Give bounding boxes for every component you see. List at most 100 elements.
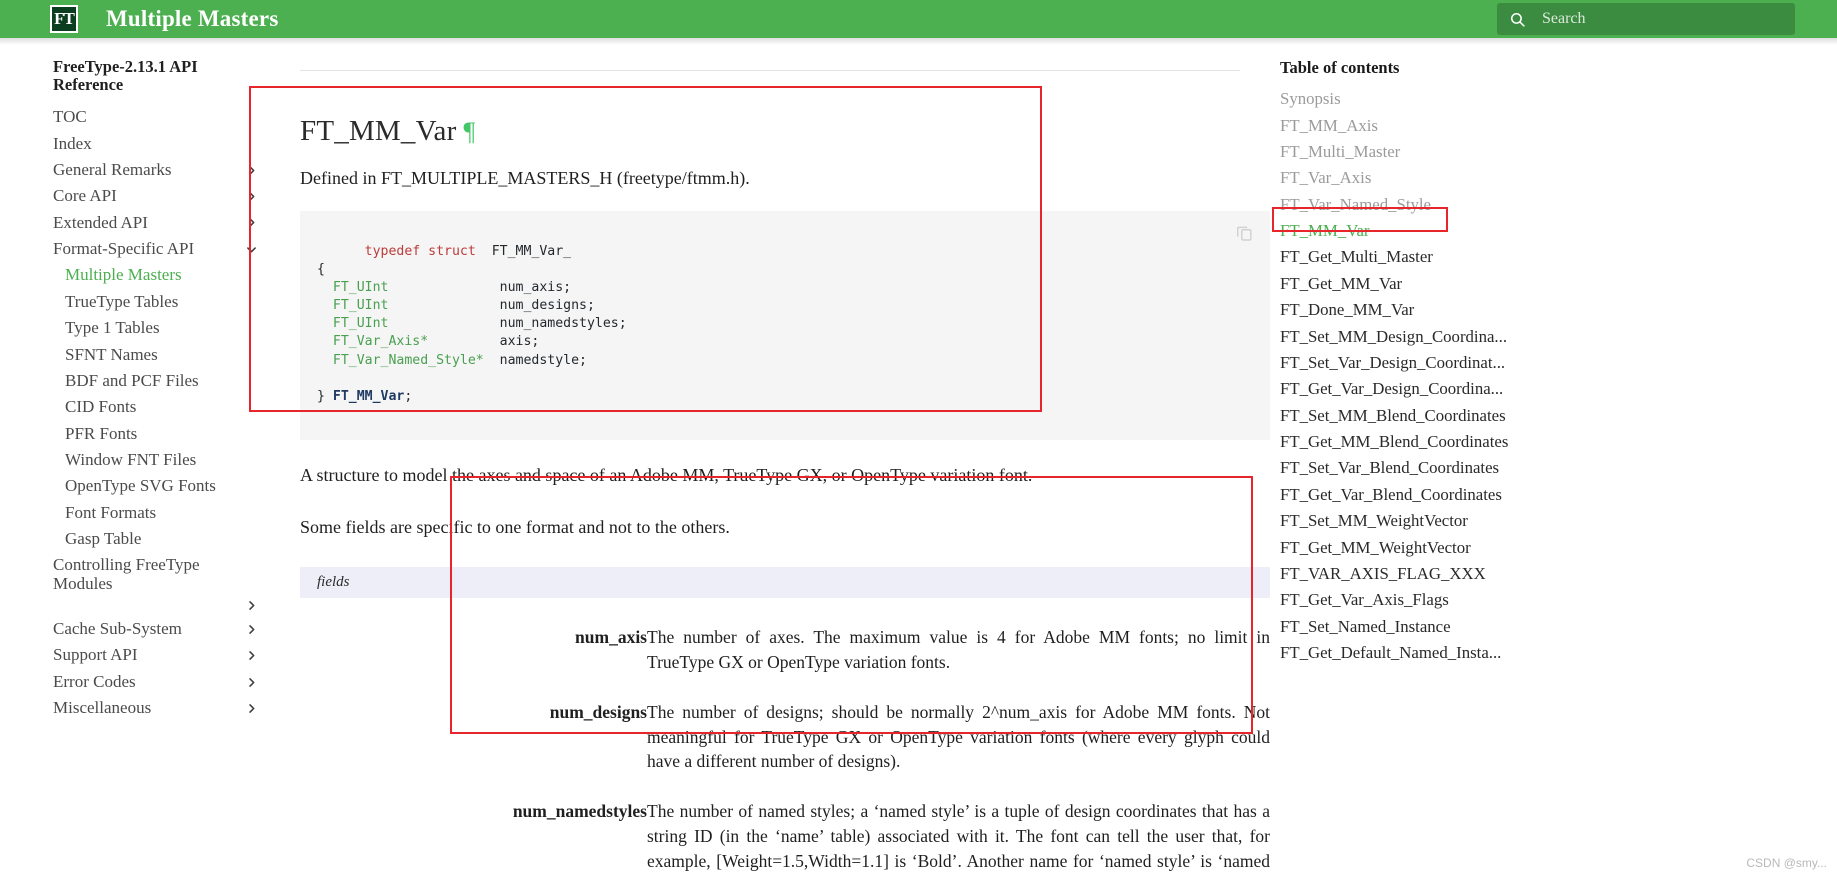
sidebar-item-type-1-tables[interactable]: Type 1 Tables — [53, 315, 270, 341]
chevron-right-icon — [249, 703, 255, 713]
toc-item-ft-get-default-named-insta[interactable]: FT_Get_Default_Named_Insta... — [1280, 640, 1837, 666]
sidebar-item-miscellaneous[interactable]: Miscellaneous — [53, 695, 258, 721]
header-shadow — [0, 38, 1837, 45]
chevron-right-icon — [249, 651, 255, 661]
sidebar-item-cache-sub-system[interactable]: Cache Sub-System — [53, 616, 258, 642]
sidebar-item-extended-api[interactable]: Extended API — [53, 210, 258, 236]
permalink-pilcrow-icon[interactable]: ¶ — [463, 117, 475, 146]
sidebar-item-font-formats[interactable]: Font Formats — [53, 500, 270, 526]
field-row: num_axis The number of axes. The maximum … — [300, 616, 1270, 691]
sidebar-item-support-api[interactable]: Support API — [53, 642, 258, 668]
page-title: Multiple Masters — [106, 6, 279, 31]
toc-item-ft-get-mm-weightvector[interactable]: FT_Get_MM_WeightVector — [1280, 534, 1837, 560]
sidebar-item-label: Controlling FreeType Modules — [53, 555, 200, 593]
chevron-right-icon — [249, 601, 255, 611]
sidebar-item-label: Cache Sub-System — [53, 619, 182, 639]
sidebar-item-label: Index — [53, 133, 92, 153]
fields-note: Some fields are specific to one format a… — [300, 516, 730, 537]
field-name: num_designs — [549, 701, 647, 722]
chevron-right-icon — [249, 165, 255, 175]
field-name: num_axis — [575, 627, 647, 648]
api-entry-name: FT_MM_Var — [300, 115, 457, 147]
site-header: FT Multiple Masters — [0, 0, 1837, 38]
sidebar-item-index[interactable]: Index — [53, 131, 258, 157]
chevron-right-icon — [249, 218, 255, 228]
sidebar-item-window-fnt-files[interactable]: Window FNT Files — [53, 447, 270, 473]
toc-item-ft-var-axis[interactable]: FT_Var_Axis — [1280, 165, 1837, 191]
toc-item-ft-set-var-blend-coordinates[interactable]: FT_Set_Var_Blend_Coordinates — [1280, 455, 1837, 481]
toc-item-ft-get-mm-var[interactable]: FT_Get_MM_Var — [1280, 271, 1837, 297]
toc-item-ft-var-named-style[interactable]: FT_Var_Named_Style — [1280, 192, 1837, 218]
toc-item-synopsis[interactable]: Synopsis — [1280, 86, 1837, 112]
sidebar-item-core-api[interactable]: Core API — [53, 183, 258, 209]
sidebar-item-general-remarks[interactable]: General Remarks — [53, 157, 258, 183]
structure-description: A structure to model the axes and space … — [300, 464, 1033, 485]
toc-item-ft-set-var-design-coordinat[interactable]: FT_Set_Var_Design_Coordinat... — [1280, 350, 1837, 376]
field-description: The number of named styles; a ‘named sty… — [647, 801, 1270, 876]
sidebar-item-opentype-svg-fonts[interactable]: OpenType SVG Fonts — [53, 473, 270, 499]
sidebar-item-label: CID Fonts — [65, 397, 137, 417]
sidebar-item-label: TOC — [53, 107, 87, 127]
toc-item-ft-set-mm-blend-coordinates[interactable]: FT_Set_MM_Blend_Coordinates — [1280, 403, 1837, 429]
left-sidebar: FreeType-2.13.1 API Reference TOC Index Ge… — [0, 45, 300, 876]
sidebar-item-label: Multiple Masters — [65, 265, 182, 285]
toc-item-ft-get-mm-blend-coordinates[interactable]: FT_Get_MM_Blend_Coordinates — [1280, 429, 1837, 455]
toc-item-ft-done-mm-var[interactable]: FT_Done_MM_Var — [1280, 297, 1837, 323]
toc-item-ft-set-mm-weightvector[interactable]: FT_Set_MM_WeightVector — [1280, 508, 1837, 534]
toc-item-ft-mm-var[interactable]: FT_MM_Var — [1280, 218, 1837, 244]
toc-item-ft-get-var-design-coordina[interactable]: FT_Get_Var_Design_Coordina... — [1280, 376, 1837, 402]
sidebar-item-label: Error Codes — [53, 671, 136, 691]
toc-item-ft-mm-axis[interactable]: FT_MM_Axis — [1280, 112, 1837, 138]
freetype-logo[interactable]: FT — [50, 5, 78, 33]
sidebar-item-label: OpenType SVG Fonts — [65, 476, 216, 496]
sidebar-item-controlling-freetype-modules[interactable]: Controlling FreeType Modules — [53, 552, 258, 616]
sidebar-item-gasp-table[interactable]: Gasp Table — [53, 526, 270, 552]
search-box[interactable] — [1497, 3, 1795, 35]
table-of-contents: Table of contents Synopsis FT_MM_Axis FT_M… — [1280, 45, 1837, 876]
copy-icon[interactable] — [1235, 223, 1254, 242]
toc-item-ft-multi-master[interactable]: FT_Multi_Master — [1280, 139, 1837, 165]
toc-heading: Table of contents — [1280, 58, 1400, 77]
sidebar-item-label: Font Formats — [65, 502, 157, 522]
toc-item-ft-get-var-blend-coordinates[interactable]: FT_Get_Var_Blend_Coordinates — [1280, 482, 1837, 508]
sidebar-item-truetype-tables[interactable]: TrueType Tables — [53, 289, 270, 315]
sidebar-item-cid-fonts[interactable]: CID Fonts — [53, 394, 270, 420]
toc-list: Synopsis FT_MM_Axis FT_Multi_Master FT_Var_… — [1280, 86, 1837, 666]
sidebar-item-label: Window FNT Files — [65, 449, 197, 469]
defined-in-line: Defined in FT_MULTIPLE_MASTERS_H (freety… — [300, 168, 750, 188]
field-description: The number of axes. The maximum value is… — [647, 627, 1270, 672]
sidebar-item-sfnt-names[interactable]: SFNT Names — [53, 342, 270, 368]
chevron-right-icon — [249, 624, 255, 634]
sidebar-item-label: Gasp Table — [65, 529, 142, 549]
sidebar-item-label: Support API — [53, 645, 138, 665]
toc-item-ft-var-axis-flag-xxx[interactable]: FT_VAR_AXIS_FLAG_XXX — [1280, 561, 1837, 587]
sidebar-item-label: Miscellaneous — [53, 698, 152, 718]
sidebar-item-bdf-and-pcf-files[interactable]: BDF and PCF Files — [53, 368, 270, 394]
sidebar-item-label: PFR Fonts — [65, 423, 138, 443]
sidebar-item-format-specific-api[interactable]: Format-Specific API — [53, 236, 258, 262]
sidebar-item-toc[interactable]: TOC — [53, 104, 258, 130]
toc-item-ft-get-var-axis-flags[interactable]: FT_Get_Var_Axis_Flags — [1280, 587, 1837, 613]
fields-table: num_axis The number of axes. The maximum … — [300, 616, 1270, 876]
code-block: typedef struct FT_MM_Var_ { FT_UInt num_… — [300, 211, 1270, 440]
chevron-down-icon — [247, 247, 256, 253]
sidebar-item-error-codes[interactable]: Error Codes — [53, 669, 258, 695]
sidebar-item-pfr-fonts[interactable]: PFR Fonts — [53, 421, 270, 447]
sidebar-item-label: Extended API — [53, 212, 148, 232]
toc-item-ft-get-multi-master[interactable]: FT_Get_Multi_Master — [1280, 244, 1837, 270]
fields-section-label: fields — [300, 567, 1270, 599]
field-row: num_designs The number of designs; should… — [300, 691, 1270, 791]
api-entry-title: FT_MM_Var ¶ — [300, 115, 1250, 148]
toc-item-ft-set-mm-design-coordina[interactable]: FT_Set_MM_Design_Coordina... — [1280, 323, 1837, 349]
field-description: The number of designs; should be normall… — [647, 701, 1270, 772]
code-content: typedef struct FT_MM_Var_ { FT_UInt num_… — [317, 244, 627, 404]
search-input[interactable] — [1540, 9, 1770, 29]
sidebar-item-label: Core API — [53, 186, 117, 206]
field-name: num_namedstyles — [512, 801, 647, 822]
toc-item-ft-set-named-instance[interactable]: FT_Set_Named_Instance — [1280, 614, 1837, 640]
sidebar-item-label: SFNT Names — [65, 344, 158, 364]
sidebar-item-label: TrueType Tables — [65, 291, 179, 311]
sidebar-item-multiple-masters[interactable]: Multiple Masters — [53, 262, 270, 288]
sidebar-item-label: Format-Specific API — [53, 239, 195, 259]
chevron-right-icon — [249, 677, 255, 687]
